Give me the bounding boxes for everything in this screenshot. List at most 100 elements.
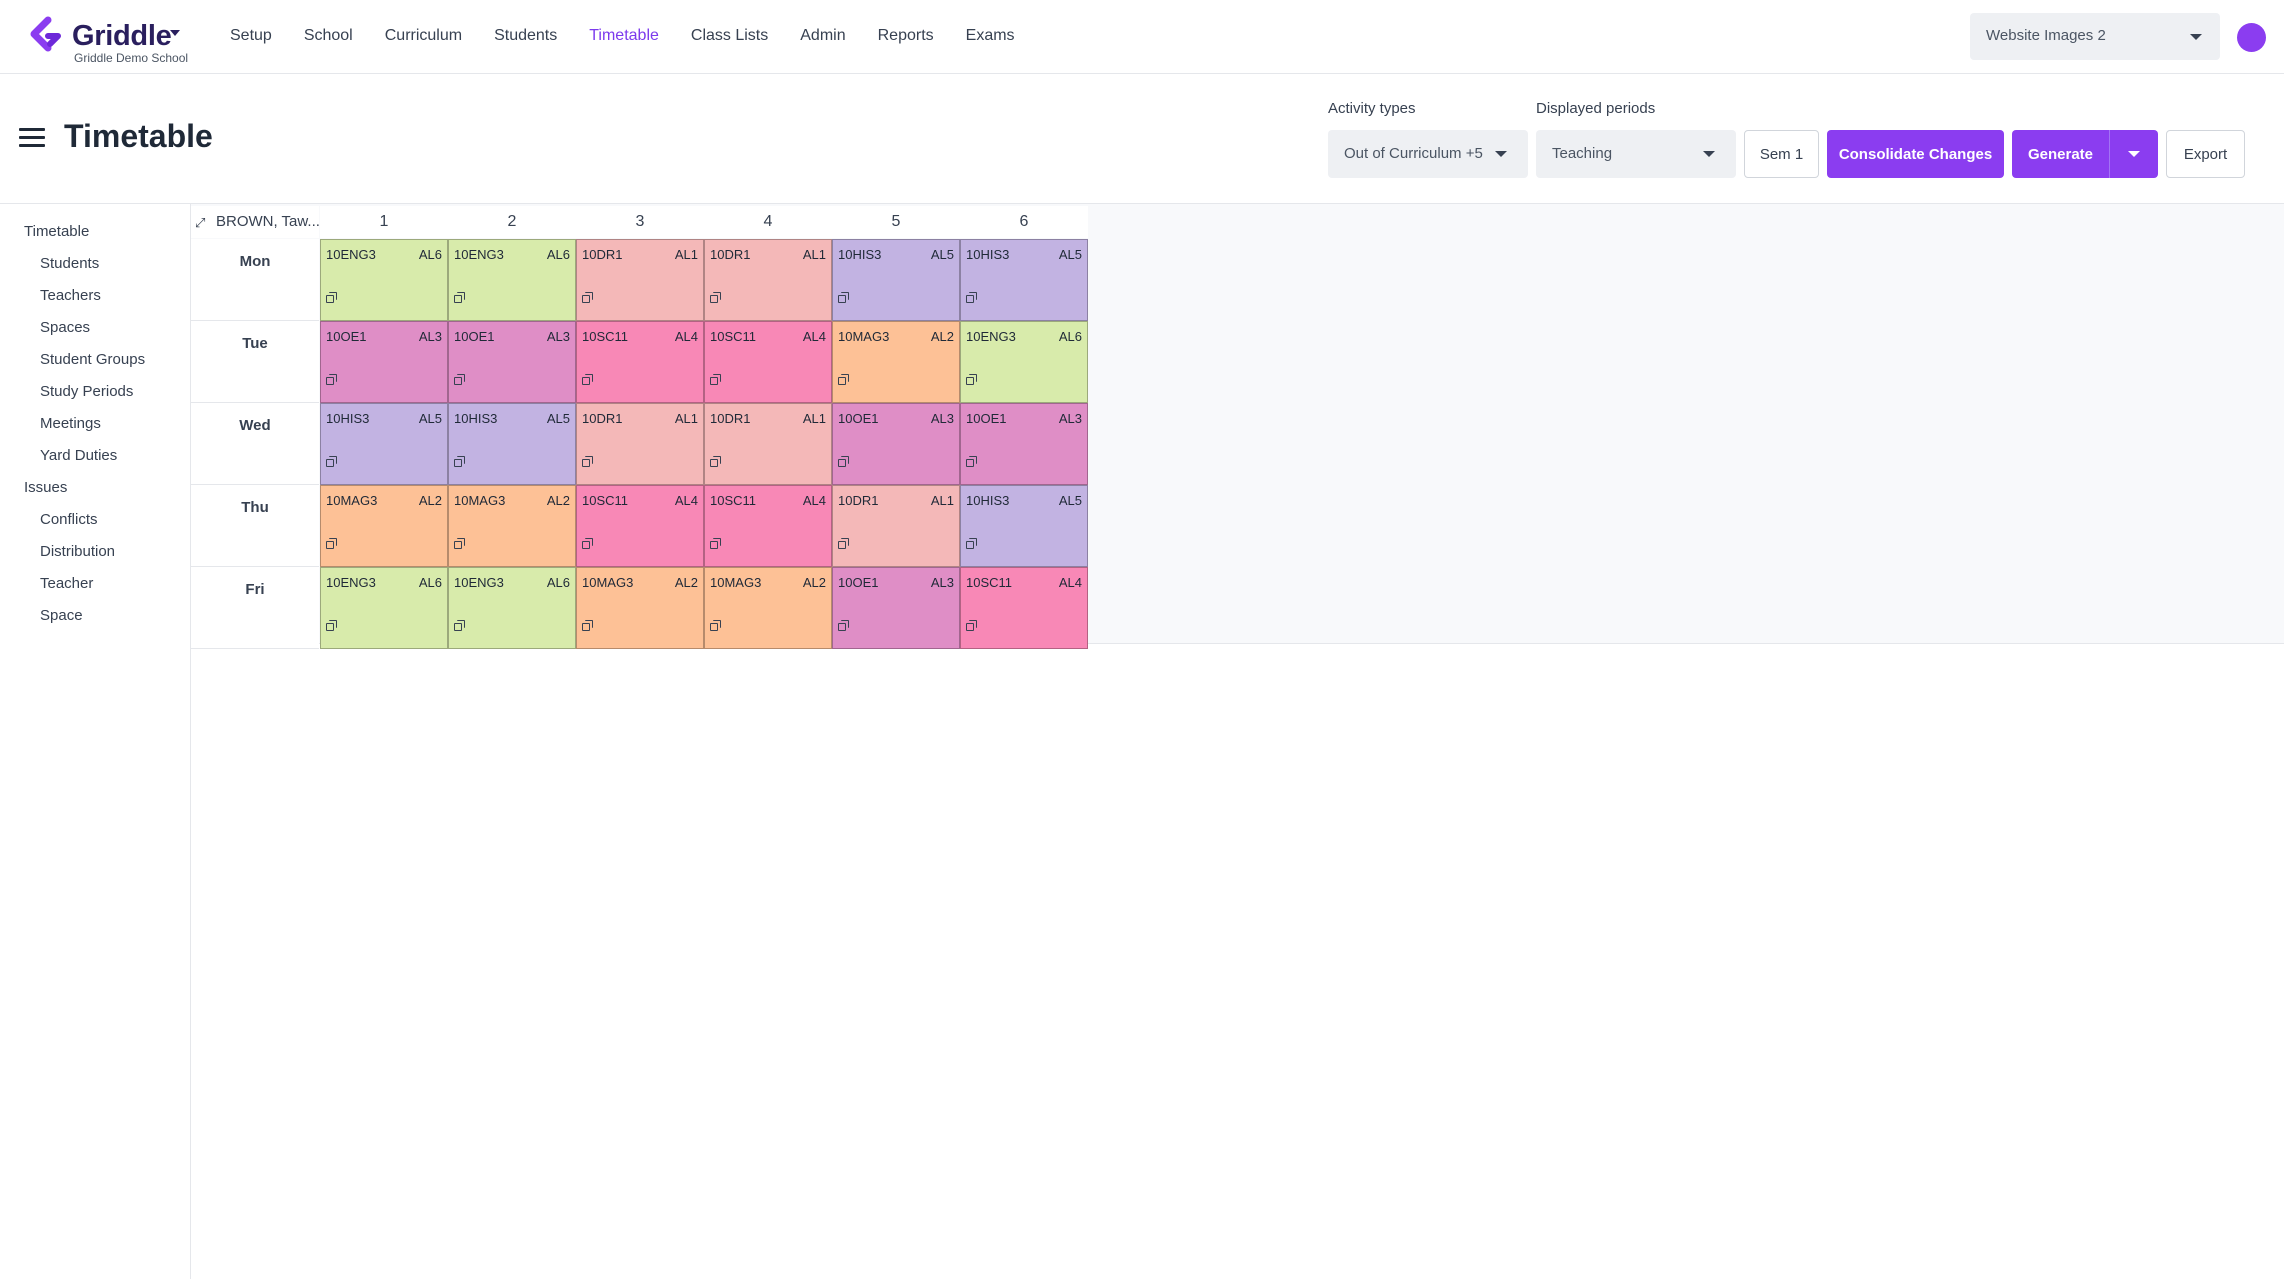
- collapse-icon[interactable]: ⤢: [195, 215, 205, 231]
- copy-icon[interactable]: [454, 374, 465, 385]
- copy-icon[interactable]: [966, 456, 977, 467]
- lesson-cell[interactable]: 10MAG3 AL2: [704, 567, 832, 649]
- lesson-cell[interactable]: 10DR1 AL1: [704, 403, 832, 485]
- lesson-cell[interactable]: 10MAG3 AL2: [576, 567, 704, 649]
- nav-school[interactable]: School: [304, 24, 353, 48]
- lesson-cell[interactable]: 10OE1 AL3: [832, 403, 960, 485]
- export-button[interactable]: Export: [2166, 130, 2245, 178]
- sidebar-item-yard-duties[interactable]: Yard Duties: [40, 447, 117, 464]
- sidebar-item-conflicts[interactable]: Conflicts: [40, 511, 98, 528]
- copy-icon[interactable]: [582, 292, 593, 303]
- lesson-cell[interactable]: 10OE1 AL3: [960, 403, 1088, 485]
- copy-icon[interactable]: [838, 456, 849, 467]
- copy-icon[interactable]: [710, 538, 721, 549]
- lesson-cell[interactable]: 10HIS3 AL5: [320, 403, 448, 485]
- griddle-logo-icon[interactable]: [28, 16, 66, 56]
- copy-icon[interactable]: [838, 538, 849, 549]
- lesson-cell[interactable]: 10ENG3 AL6: [448, 567, 576, 649]
- lesson-cell[interactable]: 10MAG3 AL2: [832, 321, 960, 403]
- lesson-cell[interactable]: 10MAG3 AL2: [320, 485, 448, 567]
- sidebar-item-students[interactable]: Students: [40, 255, 99, 272]
- lesson-cell[interactable]: 10HIS3 AL5: [960, 485, 1088, 567]
- lesson-cell[interactable]: 10SC11 AL4: [704, 485, 832, 567]
- nav-reports[interactable]: Reports: [878, 24, 934, 48]
- lesson-cell[interactable]: 10DR1 AL1: [832, 485, 960, 567]
- nav-exams[interactable]: Exams: [966, 24, 1015, 48]
- copy-icon[interactable]: [966, 374, 977, 385]
- lesson-cell[interactable]: 10OE1 AL3: [320, 321, 448, 403]
- generate-button[interactable]: Generate: [2012, 130, 2109, 178]
- generate-options-button[interactable]: [2110, 130, 2158, 178]
- nav-curriculum[interactable]: Curriculum: [385, 24, 462, 48]
- nav-class-lists[interactable]: Class Lists: [691, 24, 768, 48]
- lesson-room: AL1: [674, 411, 698, 426]
- copy-icon[interactable]: [838, 374, 849, 385]
- copy-icon[interactable]: [454, 538, 465, 549]
- copy-icon[interactable]: [838, 292, 849, 303]
- lesson-cell[interactable]: 10ENG3 AL6: [320, 239, 448, 321]
- lesson-cell[interactable]: 10OE1 AL3: [448, 321, 576, 403]
- lesson-cell[interactable]: 10SC11 AL4: [576, 485, 704, 567]
- lesson-cell[interactable]: 10SC11 AL4: [704, 321, 832, 403]
- lesson-cell[interactable]: 10MAG3 AL2: [448, 485, 576, 567]
- copy-icon[interactable]: [582, 456, 593, 467]
- school-switcher-chevron-icon[interactable]: [170, 30, 180, 36]
- copy-icon[interactable]: [838, 620, 849, 631]
- copy-icon[interactable]: [710, 456, 721, 467]
- lesson-cell[interactable]: 10ENG3 AL6: [960, 321, 1088, 403]
- sidebar-item-teachers[interactable]: Teachers: [40, 287, 101, 304]
- semester-button[interactable]: Sem 1: [1744, 130, 1819, 178]
- copy-icon[interactable]: [326, 292, 337, 303]
- sidebar-item-teacher[interactable]: Teacher: [40, 575, 93, 592]
- copy-icon[interactable]: [454, 292, 465, 303]
- sidebar-item-distribution[interactable]: Distribution: [40, 543, 115, 560]
- menu-icon[interactable]: [19, 128, 45, 148]
- lesson-cell[interactable]: 10SC11 AL4: [960, 567, 1088, 649]
- copy-icon[interactable]: [582, 620, 593, 631]
- copy-icon[interactable]: [454, 456, 465, 467]
- lesson-cell[interactable]: 10HIS3 AL5: [448, 403, 576, 485]
- lesson-cell[interactable]: 10DR1 AL1: [704, 239, 832, 321]
- copy-icon[interactable]: [326, 538, 337, 549]
- nav-admin[interactable]: Admin: [800, 24, 845, 48]
- lesson-cell[interactable]: 10ENG3 AL6: [320, 567, 448, 649]
- sidebar-item-spaces[interactable]: Spaces: [40, 319, 90, 336]
- sidebar-item-study-periods[interactable]: Study Periods: [40, 383, 133, 400]
- consolidate-changes-button[interactable]: Consolidate Changes: [1827, 130, 2004, 178]
- copy-icon[interactable]: [966, 292, 977, 303]
- activity-types-select[interactable]: Out of Curriculum +5: [1328, 130, 1528, 178]
- brand-name[interactable]: Griddle: [72, 20, 172, 53]
- user-avatar[interactable]: [2237, 23, 2266, 52]
- lesson-code: 10MAG3: [454, 493, 506, 508]
- sidebar-item-timetable[interactable]: Timetable: [24, 223, 89, 240]
- day-label: Tue: [242, 335, 268, 352]
- nav-timetable[interactable]: Timetable: [589, 24, 659, 48]
- lesson-cell[interactable]: 10DR1 AL1: [576, 403, 704, 485]
- lesson-cell[interactable]: 10OE1 AL3: [832, 567, 960, 649]
- copy-icon[interactable]: [710, 374, 721, 385]
- copy-icon[interactable]: [966, 620, 977, 631]
- lesson-cell[interactable]: 10HIS3 AL5: [832, 239, 960, 321]
- lesson-cell[interactable]: 10SC11 AL4: [576, 321, 704, 403]
- copy-icon[interactable]: [966, 538, 977, 549]
- copy-icon[interactable]: [326, 374, 337, 385]
- lesson-cell[interactable]: 10ENG3 AL6: [448, 239, 576, 321]
- copy-icon[interactable]: [454, 620, 465, 631]
- sidebar-item-meetings[interactable]: Meetings: [40, 415, 101, 432]
- copy-icon[interactable]: [326, 456, 337, 467]
- nav-setup[interactable]: Setup: [230, 24, 272, 48]
- project-select[interactable]: Website Images 2: [1970, 13, 2220, 60]
- copy-icon[interactable]: [326, 620, 337, 631]
- sidebar-item-issues[interactable]: Issues: [24, 479, 67, 496]
- copy-icon[interactable]: [710, 620, 721, 631]
- displayed-periods-select[interactable]: Teaching: [1536, 130, 1736, 178]
- sidebar-item-space[interactable]: Space: [40, 607, 83, 624]
- lesson-cell[interactable]: 10DR1 AL1: [576, 239, 704, 321]
- copy-icon[interactable]: [582, 374, 593, 385]
- copy-icon[interactable]: [582, 538, 593, 549]
- sidebar-item-student-groups[interactable]: Student Groups: [40, 351, 145, 368]
- copy-icon[interactable]: [710, 292, 721, 303]
- teacher-header[interactable]: ⤢ BROWN, Taw...: [191, 206, 320, 238]
- nav-students[interactable]: Students: [494, 24, 557, 48]
- lesson-cell[interactable]: 10HIS3 AL5: [960, 239, 1088, 321]
